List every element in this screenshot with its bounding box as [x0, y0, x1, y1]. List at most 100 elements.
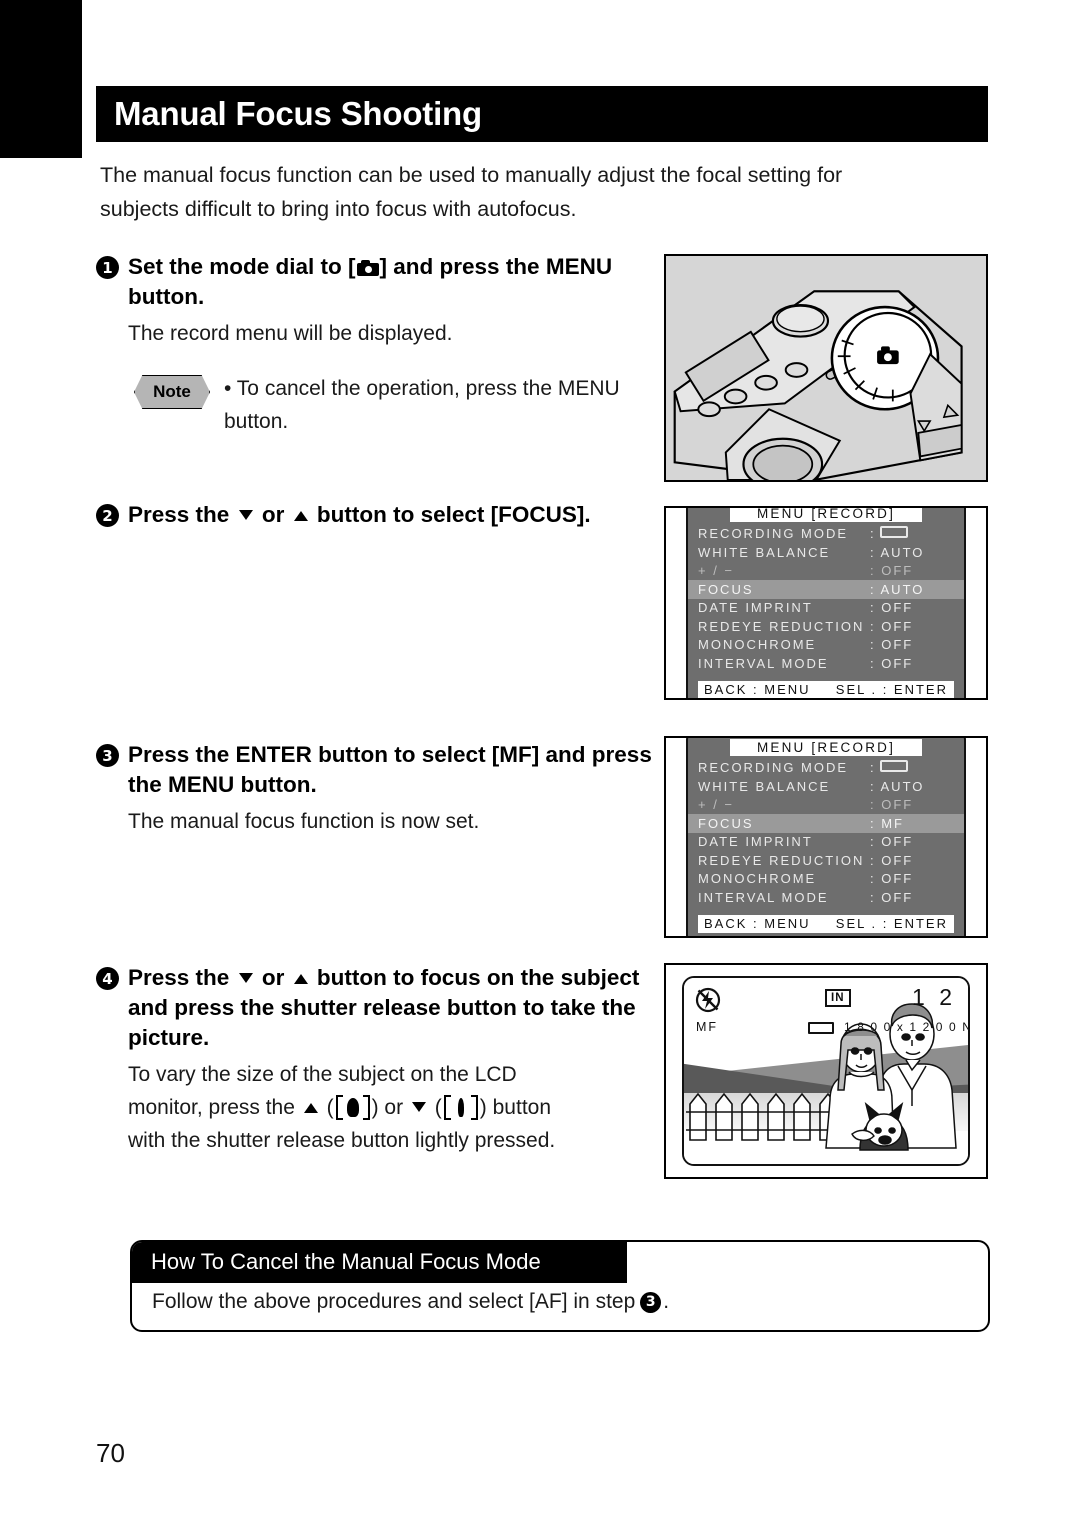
- note-text: • To cancel the operation, press the MEN…: [224, 377, 620, 433]
- cancel-step-reference: 3: [640, 1291, 662, 1313]
- lcd-record-menu-mf: MENU [RECORD] RECORDING MODE : WHITE BAL…: [686, 738, 966, 936]
- menu-screenshot-mf-panel: MENU [RECORD] RECORDING MODE : WHITE BAL…: [664, 736, 988, 938]
- menu-row-value: : AUTO: [870, 778, 925, 794]
- menu-row-redeye: REDEYE REDUCTION : OFF: [688, 851, 964, 870]
- step-2-title: Press the or button to select [FOCUS].: [128, 500, 666, 530]
- menu-row-value: : OFF: [870, 618, 914, 634]
- step-2-title-part2: button to select [FOCUS].: [316, 502, 591, 527]
- menu-row-white-balance: WHITE BALANCE : AUTO: [688, 777, 964, 796]
- menu-row-label: FOCUS: [698, 815, 754, 831]
- menu-footer-select: SEL . : ENTER: [835, 916, 948, 931]
- menu-row-label: DATE IMPRINT: [698, 600, 813, 615]
- menu-row-monochrome: MONOCHROME : OFF: [688, 636, 964, 655]
- image-size-box-icon: [879, 526, 908, 538]
- menu-row-interval-mode: INTERVAL MODE : OFF: [688, 654, 964, 673]
- menu-row-value: : OFF: [870, 600, 914, 615]
- telephoto-zoom-icon: [335, 1095, 370, 1120]
- step-1-number: 1: [96, 256, 119, 279]
- arrow-up-icon: [293, 511, 308, 521]
- step-3-heading: 3 Press the ENTER button to select [MF] …: [96, 740, 666, 800]
- menu-footer: BACK : MENU SEL . : ENTER: [698, 680, 954, 698]
- menu-footer-select: SEL . : ENTER: [835, 682, 948, 697]
- menu-row-value: :: [870, 525, 958, 543]
- menu-row-label: WHITE BALANCE: [698, 544, 831, 560]
- step-3: 3 Press the ENTER button to select [MF] …: [96, 740, 666, 838]
- cancel-section-heading: How To Cancel the Manual Focus Mode: [132, 1242, 627, 1283]
- menu-footer: BACK : MENU SEL . : ENTER: [698, 914, 954, 933]
- menu-row-value: : MF: [870, 815, 904, 831]
- memory-location-badge: IN: [825, 989, 851, 1007]
- step-1-body: The record menu will be displayed.: [128, 322, 453, 345]
- step-4-heading: 4 Press the or button to focus on the su…: [96, 963, 666, 1053]
- lcd-preview-panel: MF IN 1 2 1 8 0 0 x 1 2 0 0 N: [664, 963, 988, 1179]
- menu-row-exposure: + / − : OFF: [688, 796, 964, 815]
- arrow-up-icon: [303, 1103, 318, 1113]
- step-3-number: 3: [96, 744, 119, 767]
- wide-zoom-icon: [443, 1095, 478, 1120]
- menu-row-value: : OFF: [870, 889, 914, 905]
- step-2-number: 2: [96, 504, 119, 527]
- camera-top-view-illustration: [666, 256, 986, 480]
- lcd-preview-screen: MF IN 1 2 1 8 0 0 x 1 2 0 0 N: [682, 976, 970, 1166]
- menu-row-label: + / −: [698, 797, 735, 812]
- menu-screenshot-auto-panel: MENU [RECORD] RECORDING MODE : WHITE BAL…: [664, 506, 988, 700]
- menu-row-value: : OFF: [870, 797, 914, 812]
- menu-row-label: WHITE BALANCE: [698, 778, 831, 794]
- page-title: Manual Focus Shooting: [114, 95, 482, 132]
- menu-row-label: RECORDING MODE: [698, 526, 849, 541]
- menu-row-focus: FOCUS : AUTO: [688, 580, 964, 599]
- image-size-box-icon: [808, 1022, 834, 1034]
- menu-row-value: : OFF: [870, 563, 914, 578]
- cancel-body-after: .: [663, 1290, 670, 1313]
- lcd-osd-overlay: MF IN 1 2 1 8 0 0 x 1 2 0 0 N: [684, 978, 968, 1164]
- menu-row-label: MONOCHROME: [698, 637, 817, 652]
- menu-row-label: DATE IMPRINT: [698, 834, 813, 849]
- step-4-number: 4: [96, 967, 119, 990]
- intro-paragraph: The manual focus function can be used to…: [100, 163, 843, 221]
- menu-row-label: RECORDING MODE: [698, 760, 849, 775]
- step-1-heading: 1 Set the mode dial to [] and press the …: [96, 252, 666, 312]
- step-4-title-part1: Press the: [128, 965, 230, 990]
- menu-row-recording-mode: RECORDING MODE :: [688, 525, 964, 544]
- page-number: 70: [96, 1438, 125, 1468]
- manual-page: Manual Focus Shooting The manual focus f…: [96, 0, 996, 1529]
- menu-row-interval-mode: INTERVAL MODE : OFF: [688, 888, 964, 907]
- step-2-heading: 2 Press the or button to select [FOCUS].: [96, 500, 666, 530]
- step-4-title: Press the or button to focus on the subj…: [128, 963, 666, 1053]
- menu-row-label: INTERVAL MODE: [698, 889, 829, 905]
- menu-row-monochrome: MONOCHROME : OFF: [688, 870, 964, 889]
- menu-row-value: : OFF: [870, 637, 914, 652]
- menu-row-value: : AUTO: [870, 581, 925, 597]
- step-4-or: or: [261, 965, 285, 990]
- menu-row-redeye: REDEYE REDUCTION : OFF: [688, 617, 964, 636]
- arrow-down-icon: [411, 1102, 426, 1112]
- step-3-body: The manual focus function is now set.: [128, 810, 480, 833]
- arrow-down-icon: [238, 510, 253, 520]
- step-4-body-line1: To vary the size of the subject on the L…: [128, 1063, 517, 1086]
- menu-row-value: : OFF: [870, 655, 914, 671]
- menu-row-label: REDEYE REDUCTION: [698, 618, 865, 634]
- cancel-mode-section: How To Cancel the Manual Focus Mode Foll…: [130, 1240, 990, 1332]
- step-3-title: Press the ENTER button to select [MF] an…: [128, 742, 652, 797]
- menu-row-value: : OFF: [870, 834, 914, 849]
- menu-row-value: : OFF: [870, 871, 914, 886]
- image-size-label: 1 8 0 0 x 1 2 0 0 N: [844, 1020, 970, 1034]
- menu-row-value: :: [870, 759, 958, 777]
- menu-row-recording-mode: RECORDING MODE :: [688, 759, 964, 778]
- arrow-down-icon: [238, 973, 253, 983]
- menu-row-label: MONOCHROME: [698, 871, 817, 886]
- chapter-edge-tab: [0, 0, 82, 158]
- step-1-note: Note • To cancel the operation, press th…: [134, 372, 666, 438]
- focus-mode-indicator: MF: [696, 1020, 719, 1034]
- step-2-or: or: [261, 502, 285, 527]
- menu-footer-back: BACK : MENU: [704, 916, 811, 931]
- image-size-box-icon: [879, 760, 908, 772]
- page-title-bar: Manual Focus Shooting: [96, 86, 988, 142]
- step-2: 2 Press the or button to select [FOCUS].: [96, 500, 666, 530]
- menu-row-label: INTERVAL MODE: [698, 655, 829, 671]
- camera-mode-icon: [356, 260, 379, 276]
- lcd-record-menu-auto: MENU [RECORD] RECORDING MODE : WHITE BAL…: [686, 508, 966, 698]
- menu-row-label: + / −: [698, 563, 735, 578]
- step-1: 1 Set the mode dial to [] and press the …: [96, 252, 666, 438]
- step-2-title-part1: Press the: [128, 502, 230, 527]
